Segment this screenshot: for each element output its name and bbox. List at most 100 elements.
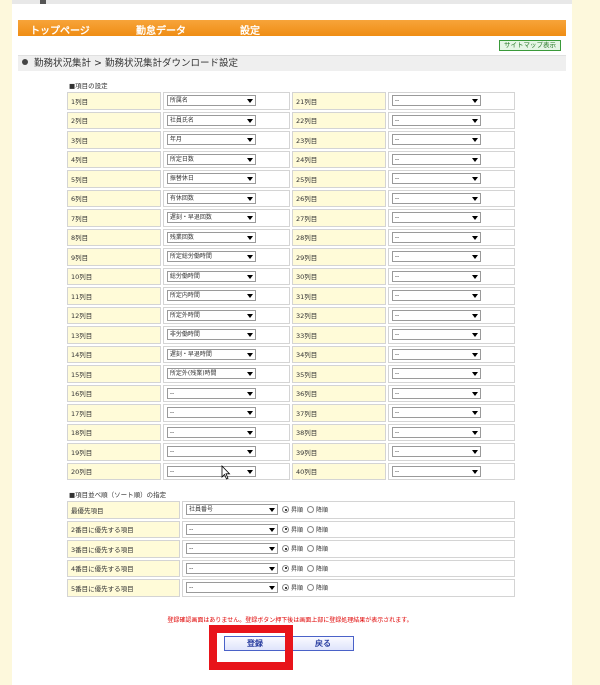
column-select-cell: 残業回数: [162, 228, 290, 246]
sort-select[interactable]: --: [186, 582, 278, 594]
column-select[interactable]: --: [391, 465, 481, 477]
column-select[interactable]: 遅刻・早退回数: [166, 212, 256, 224]
column-select[interactable]: --: [391, 426, 481, 438]
column-select[interactable]: --: [391, 95, 481, 107]
column-select[interactable]: --: [166, 465, 256, 477]
nav-settings[interactable]: 設定: [240, 22, 260, 37]
column-select[interactable]: --: [391, 231, 481, 243]
back-button[interactable]: 戻る: [292, 636, 354, 651]
column-select[interactable]: --: [391, 387, 481, 399]
column-select[interactable]: --: [391, 329, 481, 341]
select-value: --: [394, 253, 400, 261]
sitemap-button[interactable]: サイトマップ表示: [499, 40, 561, 51]
column-select-cell: 社員氏名: [162, 111, 290, 129]
column-select[interactable]: 有休回数: [166, 192, 256, 204]
radio-descending[interactable]: [307, 525, 315, 533]
column-select[interactable]: 年月: [166, 134, 256, 146]
column-select[interactable]: 非労働時間: [166, 329, 256, 341]
radio-descending[interactable]: [307, 545, 315, 553]
column-select[interactable]: 所定外時間: [166, 309, 256, 321]
column-select[interactable]: 振替休日: [166, 173, 256, 185]
column-label: 25列目: [291, 170, 386, 188]
chevron-down-icon: [471, 216, 478, 221]
column-select[interactable]: --: [166, 426, 256, 438]
radio-ascending[interactable]: [282, 506, 289, 514]
column-select[interactable]: --: [166, 387, 256, 399]
radio-label-descending: 降順: [316, 565, 329, 573]
column-select[interactable]: --: [391, 173, 481, 185]
column-select[interactable]: 社員氏名: [166, 114, 256, 126]
sort-select[interactable]: --: [186, 543, 278, 555]
sort-label: 5番目に優先する項目: [67, 579, 180, 597]
nav-attendance-data[interactable]: 勤怠データ: [136, 22, 186, 37]
column-select-cell: --: [387, 404, 515, 422]
radio-ascending[interactable]: [282, 584, 289, 592]
column-select[interactable]: --: [391, 348, 481, 360]
chevron-down-icon: [246, 157, 253, 162]
column-select[interactable]: 総労働時間: [166, 270, 256, 282]
column-label: 27列目: [291, 209, 386, 227]
column-select[interactable]: --: [391, 251, 481, 263]
column-select[interactable]: --: [391, 192, 481, 204]
radio-ascending[interactable]: [282, 564, 289, 572]
column-select[interactable]: 所定日数: [166, 153, 256, 165]
sort-label: 最優先項目: [67, 501, 180, 519]
column-select-cell: --: [387, 92, 515, 110]
column-label: 4列目: [67, 150, 161, 168]
column-select[interactable]: --: [166, 407, 256, 419]
column-select[interactable]: 所定外(残業)時間: [166, 368, 256, 380]
column-select[interactable]: 所属名: [166, 95, 256, 107]
column-label: 11列目: [67, 287, 161, 305]
bullet-icon: [22, 59, 28, 65]
radio-descending[interactable]: [307, 506, 315, 514]
nav-top-page[interactable]: トップページ: [30, 22, 90, 37]
column-select[interactable]: 遅刻・早退時間: [166, 348, 256, 360]
column-select[interactable]: --: [391, 114, 481, 126]
chevron-down-icon: [246, 333, 253, 338]
column-label: 34列目: [291, 345, 386, 363]
column-label: 5列目: [67, 170, 161, 188]
column-row: 6列目 有休回数 26列目 --: [67, 189, 515, 207]
radio-label-ascending: 昇順: [291, 565, 304, 573]
column-select[interactable]: --: [391, 446, 481, 458]
radio-descending[interactable]: [307, 564, 315, 572]
column-select[interactable]: --: [391, 368, 481, 380]
chevron-down-icon: [246, 372, 253, 377]
column-select-cell: --: [387, 131, 515, 149]
column-select[interactable]: --: [166, 446, 256, 458]
column-select[interactable]: --: [391, 290, 481, 302]
column-label: 14列目: [67, 345, 161, 363]
column-row: 18列目 -- 38列目 --: [67, 423, 515, 441]
radio-descending[interactable]: [307, 584, 315, 592]
column-select[interactable]: --: [391, 309, 481, 321]
top-scroll-strip: [0, 0, 600, 4]
column-select[interactable]: 所定総労働時間: [166, 251, 256, 263]
select-value: 総労働時間: [169, 272, 200, 280]
sort-select[interactable]: --: [186, 562, 278, 574]
column-select[interactable]: 残業回数: [166, 231, 256, 243]
sort-select[interactable]: --: [186, 523, 278, 535]
chevron-down-icon: [246, 313, 253, 318]
column-select[interactable]: --: [391, 270, 481, 282]
column-row: 2列目 社員氏名 22列目 --: [67, 111, 515, 129]
column-select[interactable]: --: [391, 212, 481, 224]
radio-ascending[interactable]: [282, 545, 289, 553]
column-row: 7列目 遅刻・早退回数 27列目 --: [67, 209, 515, 227]
chevron-down-icon: [269, 508, 275, 513]
select-value: --: [394, 428, 400, 436]
sort-select[interactable]: 社員番号: [186, 504, 278, 516]
notice-text: 登録確認画面はありません。登録ボタン押下後は画面上部に登録処理結果が表示されます…: [167, 617, 413, 624]
column-select-cell: --: [387, 423, 515, 441]
sort-settings-table: 最優先項目 社員番号 昇順 降順 2番目に優先する項目 -- 昇順 降順 3番目に優先する項目 -…: [65, 499, 517, 599]
column-label: 10列目: [67, 267, 161, 285]
radio-ascending[interactable]: [282, 525, 289, 533]
select-value: --: [394, 389, 400, 397]
breadcrumb-part1[interactable]: 勤務状況集計: [34, 58, 91, 69]
select-value: 所定総労働時間: [169, 253, 212, 261]
radio-label-descending: 降順: [316, 546, 329, 554]
chevron-down-icon: [471, 391, 478, 396]
column-select[interactable]: --: [391, 407, 481, 419]
column-select[interactable]: 所定内時間: [166, 290, 256, 302]
column-select[interactable]: --: [391, 134, 481, 146]
column-select[interactable]: --: [391, 153, 481, 165]
